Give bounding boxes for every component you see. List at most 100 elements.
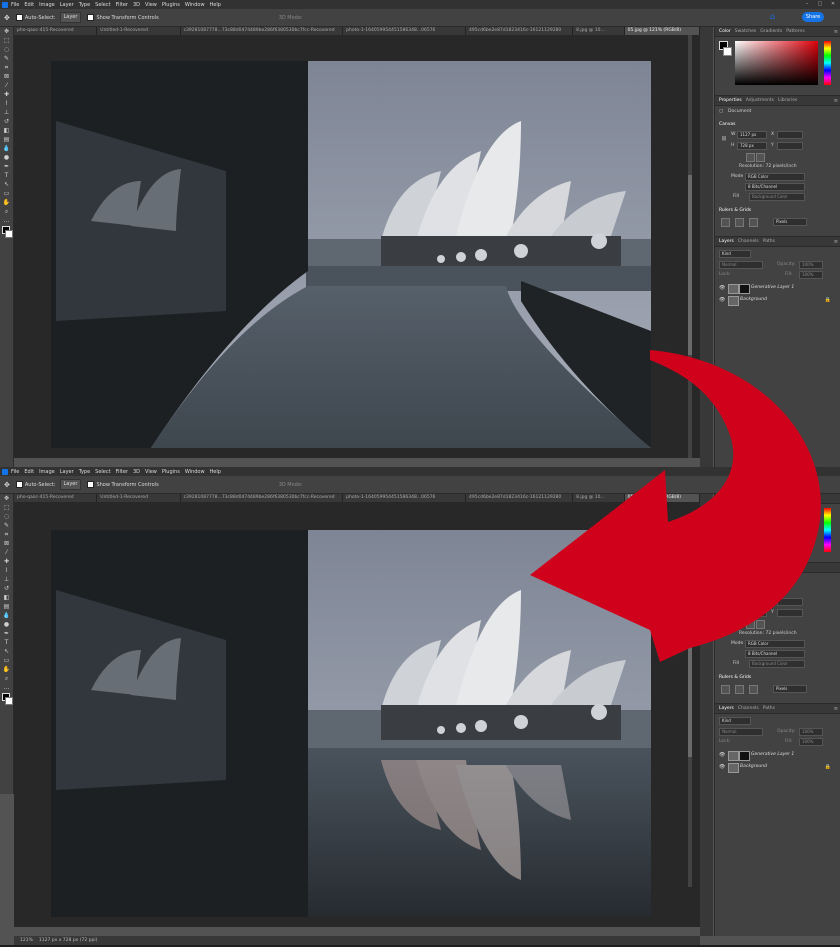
rulers-grids-title[interactable]: Rulers & Grids xyxy=(719,208,751,213)
layer-mask-thumbnail[interactable] xyxy=(739,751,750,761)
pen-tool-icon[interactable]: ✒ xyxy=(0,162,13,171)
type-tool-icon[interactable]: T xyxy=(0,638,13,647)
background-swatch[interactable] xyxy=(723,47,732,56)
opacity-field[interactable]: 100% xyxy=(799,728,823,736)
menu-filter[interactable]: Filter xyxy=(116,469,128,475)
move-tool-icon[interactable]: ✥ xyxy=(0,27,13,36)
tab-document-2[interactable]: Untitled-1-Recovered xyxy=(97,27,181,35)
link-icon[interactable]: ⛓ xyxy=(721,137,727,142)
y-field[interactable] xyxy=(777,142,803,150)
menu-layer[interactable]: Layer xyxy=(60,2,74,8)
menu-window[interactable]: Window xyxy=(185,2,205,8)
visibility-eye-icon[interactable]: 👁 xyxy=(719,285,725,291)
layer-row-generative[interactable]: 👁 Generative Layer 1 xyxy=(715,283,840,294)
grid-icon[interactable] xyxy=(735,218,744,227)
layer-dropdown[interactable]: Layer xyxy=(59,479,82,490)
pen-tool-icon[interactable]: ✒ xyxy=(0,629,13,638)
height-field[interactable]: 728 px xyxy=(737,142,767,150)
gradient-tool-icon[interactable]: ▤ xyxy=(0,602,13,611)
history-brush-icon[interactable]: ↺ xyxy=(0,584,13,593)
type-tool-icon[interactable]: T xyxy=(0,171,13,180)
auto-select-checkbox[interactable] xyxy=(15,14,23,21)
ruler-icon[interactable] xyxy=(721,218,730,227)
layer-filter-dropdown[interactable]: Kind xyxy=(719,250,751,258)
tab-adjustments[interactable]: Adjustments xyxy=(746,98,774,103)
zoom-tool-icon[interactable]: ⌕ xyxy=(0,207,13,216)
tab-document-2[interactable]: Untitled-1-Recovered xyxy=(97,494,181,502)
frame-tool-icon[interactable]: ⊠ xyxy=(0,72,13,81)
canvas-section-title[interactable]: Canvas xyxy=(719,589,736,594)
hue-slider[interactable] xyxy=(824,41,831,85)
tab-document-6[interactable]: 8.jpg @ 10... xyxy=(573,494,625,502)
frame-tool-icon[interactable]: ⊠ xyxy=(0,539,13,548)
tab-color[interactable]: Color xyxy=(719,29,731,34)
gradient-tool-icon[interactable]: ▤ xyxy=(0,135,13,144)
y-field[interactable] xyxy=(777,609,803,617)
eyedropper-tool-icon[interactable]: ⁄ xyxy=(0,81,13,90)
landscape-icon[interactable] xyxy=(756,620,765,629)
tab-document-5[interactable]: 495cd6be2e87d1823416c-16121129280 xyxy=(466,494,574,502)
tab-gradients[interactable]: Gradients xyxy=(760,29,782,34)
menu-type[interactable]: Type xyxy=(79,2,90,8)
healing-tool-icon[interactable]: ✚ xyxy=(0,90,13,99)
fill-opacity-field[interactable]: 100% xyxy=(799,271,823,279)
history-brush-icon[interactable]: ↺ xyxy=(0,117,13,126)
visibility-eye-icon[interactable]: 👁 xyxy=(719,752,725,758)
layer-name[interactable]: Background xyxy=(740,764,767,769)
tab-patterns[interactable]: Patterns xyxy=(786,29,805,34)
blur-tool-icon[interactable]: 💧 xyxy=(0,144,13,153)
guides-icon[interactable] xyxy=(749,685,758,694)
panel-menu-icon[interactable]: ≡ xyxy=(834,239,838,245)
layer-name[interactable]: Generative Layer 1 xyxy=(751,285,794,290)
menu-select[interactable]: Select xyxy=(95,2,110,8)
tab-document-4[interactable]: photo-1-164059954451586348...06576 xyxy=(343,27,467,35)
tab-properties[interactable]: Properties xyxy=(719,98,742,103)
lasso-tool-icon[interactable]: ◌ xyxy=(0,45,13,54)
path-select-tool-icon[interactable]: ↖ xyxy=(0,180,13,189)
share-button[interactable]: Share xyxy=(802,12,824,22)
tab-document-3[interactable]: c39281087778...73c88d0474489be286f638053… xyxy=(181,494,344,502)
move-tool-icon[interactable]: ✥ xyxy=(0,494,13,503)
canvas-section-title[interactable]: Canvas xyxy=(719,122,736,127)
menu-view[interactable]: View xyxy=(145,2,157,8)
portrait-icon[interactable] xyxy=(746,153,755,162)
dodge-tool-icon[interactable]: ● xyxy=(0,620,13,629)
fill-dropdown[interactable]: Background Color xyxy=(749,193,805,201)
menu-select[interactable]: Select xyxy=(95,469,110,475)
minimize-icon[interactable]: – xyxy=(802,1,812,7)
panel-menu-icon[interactable]: ≡ xyxy=(834,29,838,35)
tab-swatches[interactable]: Swatches xyxy=(735,29,757,34)
menu-window[interactable]: Window xyxy=(185,469,205,475)
guides-icon[interactable] xyxy=(749,218,758,227)
color-swatches[interactable] xyxy=(0,225,13,239)
layer-row-background[interactable]: 👁 Background 🔒 xyxy=(715,762,840,773)
menu-help[interactable]: Help xyxy=(210,2,221,8)
menu-help[interactable]: Help xyxy=(210,469,221,475)
menu-3d[interactable]: 3D xyxy=(133,2,140,8)
grid-icon[interactable] xyxy=(735,685,744,694)
tab-libraries[interactable]: Libraries xyxy=(778,98,797,103)
layer-row-background[interactable]: 👁 Background 🔒 xyxy=(715,295,840,306)
shape-tool-icon[interactable]: ▭ xyxy=(0,656,13,665)
brush-tool-icon[interactable]: ⌇ xyxy=(0,99,13,108)
tab-document-3[interactable]: c39281087778...73c88d0474489be286f638053… xyxy=(181,27,344,35)
height-field[interactable]: 728 px xyxy=(737,609,767,617)
mode-dropdown[interactable]: RGB Color xyxy=(745,173,805,181)
brush-tool-icon[interactable]: ⌇ xyxy=(0,566,13,575)
layer-row-generative[interactable]: 👁 Generative Layer 1 xyxy=(715,750,840,761)
close-icon[interactable]: ✕ xyxy=(828,1,838,7)
visibility-eye-icon[interactable]: 👁 xyxy=(719,764,725,770)
marquee-tool-icon[interactable]: ⬚ xyxy=(0,36,13,45)
tab-layers[interactable]: Layers xyxy=(719,706,734,711)
menu-file[interactable]: File xyxy=(11,469,19,475)
menu-filter[interactable]: Filter xyxy=(116,2,128,8)
tab-layers[interactable]: Layers xyxy=(719,239,734,244)
tab-document-1[interactable]: pho-qaoc-415-Recovered xyxy=(14,494,98,502)
ruler-icon[interactable] xyxy=(721,685,730,694)
tab-document-4[interactable]: photo-1-164059954451586348...06576 xyxy=(343,494,467,502)
menu-image[interactable]: Image xyxy=(39,469,55,475)
menu-plugins[interactable]: Plugins xyxy=(162,2,180,8)
tab-document-5[interactable]: 495cd6be2e87d1823416c-16121129280 xyxy=(466,27,574,35)
layer-name[interactable]: Generative Layer 1 xyxy=(751,752,794,757)
tab-document-active[interactable]: 05.jpg @ 121% (RGB/8) xyxy=(624,494,700,502)
